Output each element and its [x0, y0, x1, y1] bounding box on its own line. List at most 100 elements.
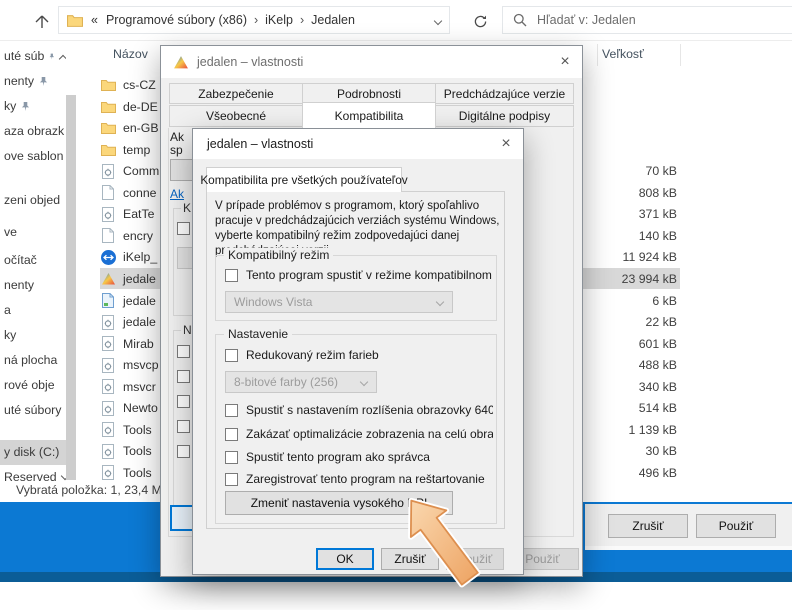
dll-icon — [100, 314, 116, 330]
tab-digitalne-podpisy[interactable]: Digitálne podpisy — [435, 105, 574, 127]
checkbox-icon — [225, 473, 238, 486]
compat-mode-group: Kompatibilný režim Tento program spustiť… — [215, 255, 497, 321]
app-icon — [100, 271, 116, 287]
dll-icon — [100, 206, 116, 222]
checkbox-label: Tento program spustiť v režime kompatibi… — [246, 268, 493, 282]
checkbox-fragment[interactable] — [177, 345, 190, 358]
file-name: conne — [123, 186, 157, 200]
dialog-titlebar[interactable]: jedalen – vlastnosti — [193, 129, 523, 159]
checkbox-fragment[interactable] — [177, 420, 190, 433]
run-as-admin-checkbox-row[interactable]: Spustiť tento program ako správca — [225, 450, 493, 464]
checkbox-icon — [225, 428, 238, 441]
checkbox-fragment[interactable] — [177, 445, 190, 458]
app-icon — [173, 55, 189, 70]
screen: « Programové súbory (x86) › iKelp › Jeda… — [0, 0, 792, 610]
checkbox-icon — [225, 349, 238, 362]
file-size: 22 kB — [597, 312, 677, 332]
close-icon: × — [560, 53, 569, 71]
dll-icon — [100, 379, 116, 395]
tab-kompatibilita-vsetci[interactable]: Kompatibilita pre všetkých používateľov — [206, 167, 402, 192]
checkbox-icon — [225, 269, 238, 282]
close-button[interactable]: × — [548, 46, 582, 78]
file-size — [597, 140, 677, 160]
chevron-down-icon — [360, 378, 368, 386]
selected-option: 8-bitové farby (256) — [234, 375, 338, 389]
file-size: 140 kB — [597, 226, 677, 246]
tab-page-border — [573, 128, 574, 536]
file-name: iKelp_ — [123, 250, 157, 264]
background-dialog-footer: Zrušiť Použiť — [585, 504, 792, 550]
file-size: 1 139 kB — [597, 420, 677, 440]
dll-icon — [100, 357, 116, 373]
dll-icon — [100, 465, 116, 481]
doc-icon — [100, 228, 116, 244]
dll-icon — [100, 163, 116, 179]
checkbox-fragment[interactable] — [177, 222, 190, 235]
file-name: Tools — [123, 466, 152, 480]
file-size: 371 kB — [597, 204, 677, 224]
apply-button[interactable]: Použiť — [696, 514, 776, 538]
file-name: Tools — [123, 444, 152, 458]
tab-zabezpecenie[interactable]: Zabezpečenie — [169, 83, 303, 104]
group-label: Kompatibilný režim — [224, 248, 333, 262]
file-size: 488 kB — [597, 355, 677, 375]
dialog-title: jedalen – vlastnosti — [197, 55, 303, 69]
checkbox-fragment[interactable] — [177, 370, 190, 383]
color-depth-select: 8-bitové farby (256) — [225, 371, 377, 393]
reduced-color-checkbox-row[interactable]: Redukovaný režim farieb — [225, 348, 493, 362]
dll-icon — [100, 336, 116, 352]
file-size — [597, 75, 677, 95]
file-size: 23 994 kB — [597, 269, 677, 289]
file-name: jedale — [123, 315, 156, 329]
file-size: 6 kB — [597, 291, 677, 311]
register-restart-checkbox-row[interactable]: Zaregistrovať tento program na reštartov… — [225, 472, 493, 486]
file-size: 514 kB — [597, 398, 677, 418]
close-icon: × — [501, 135, 510, 153]
tab-podrobnosti[interactable]: Podrobnosti — [302, 83, 436, 104]
tab-predchadzajuce-verzie[interactable]: Predchádzajúce verzie — [435, 83, 574, 104]
folder-icon — [100, 142, 116, 158]
selected-option: Windows Vista — [234, 295, 312, 309]
file-size — [597, 97, 677, 117]
tab-kompatibilita[interactable]: Kompatibilita — [302, 102, 436, 128]
file-size: 496 kB — [597, 463, 677, 483]
properties-dialog-titlebar[interactable]: jedalen – vlastnosti — [161, 46, 582, 78]
pointer-arrow-icon — [383, 494, 495, 596]
file-size — [597, 118, 677, 138]
ok-button[interactable]: OK — [316, 548, 374, 570]
file-size: 601 kB — [597, 334, 677, 354]
dll-icon — [100, 422, 116, 438]
file-name: cs-CZ — [123, 78, 156, 92]
checkbox-icon — [225, 451, 238, 464]
intro-text-fragment: Ak — [170, 130, 184, 144]
dialog-title: jedalen – vlastnosti — [207, 137, 313, 151]
file-size: 30 kB — [597, 441, 677, 461]
combo-fragment — [177, 247, 193, 269]
fullscreen-opt-checkbox-row[interactable]: Zakázať optimalizácie zobrazenia na celú… — [225, 427, 493, 441]
cancel-button[interactable]: Zrušiť — [608, 514, 688, 538]
help-link-fragment[interactable]: Ak — [170, 187, 184, 201]
folder-icon — [100, 99, 116, 115]
checkbox-label: Zakázať optimalizácie zobrazenia na celú… — [246, 427, 493, 441]
file-size: 11 924 kB — [597, 247, 677, 267]
file-name: Newto — [123, 401, 158, 415]
file-name: Tools — [123, 423, 152, 437]
compat-os-select: Windows Vista — [225, 291, 453, 313]
close-button[interactable]: × — [489, 129, 523, 159]
file-name: de-DE — [123, 100, 158, 114]
file-name: msvcr — [123, 380, 156, 394]
compat-mode-checkbox-row[interactable]: Tento program spustiť v režime kompatibi… — [225, 268, 493, 282]
file-name: Mirab — [123, 337, 154, 351]
group-label: Nastavenie — [224, 327, 292, 341]
file-name: EatTe — [123, 207, 154, 221]
intro-text-fragment: sp — [170, 143, 183, 157]
file-name: Comm — [123, 164, 159, 178]
checkbox-label: Zaregistrovať tento program na reštartov… — [246, 472, 485, 486]
file-name: encry — [123, 229, 153, 243]
folder-icon — [100, 77, 116, 93]
resolution-checkbox-row[interactable]: Spustiť s nastavením rozlíšenia obrazovk… — [225, 403, 493, 417]
folder-icon — [100, 120, 116, 136]
tab-vseobecne[interactable]: Všeobecné — [169, 105, 303, 127]
checkbox-fragment[interactable] — [177, 395, 190, 408]
dll-icon — [100, 400, 116, 416]
